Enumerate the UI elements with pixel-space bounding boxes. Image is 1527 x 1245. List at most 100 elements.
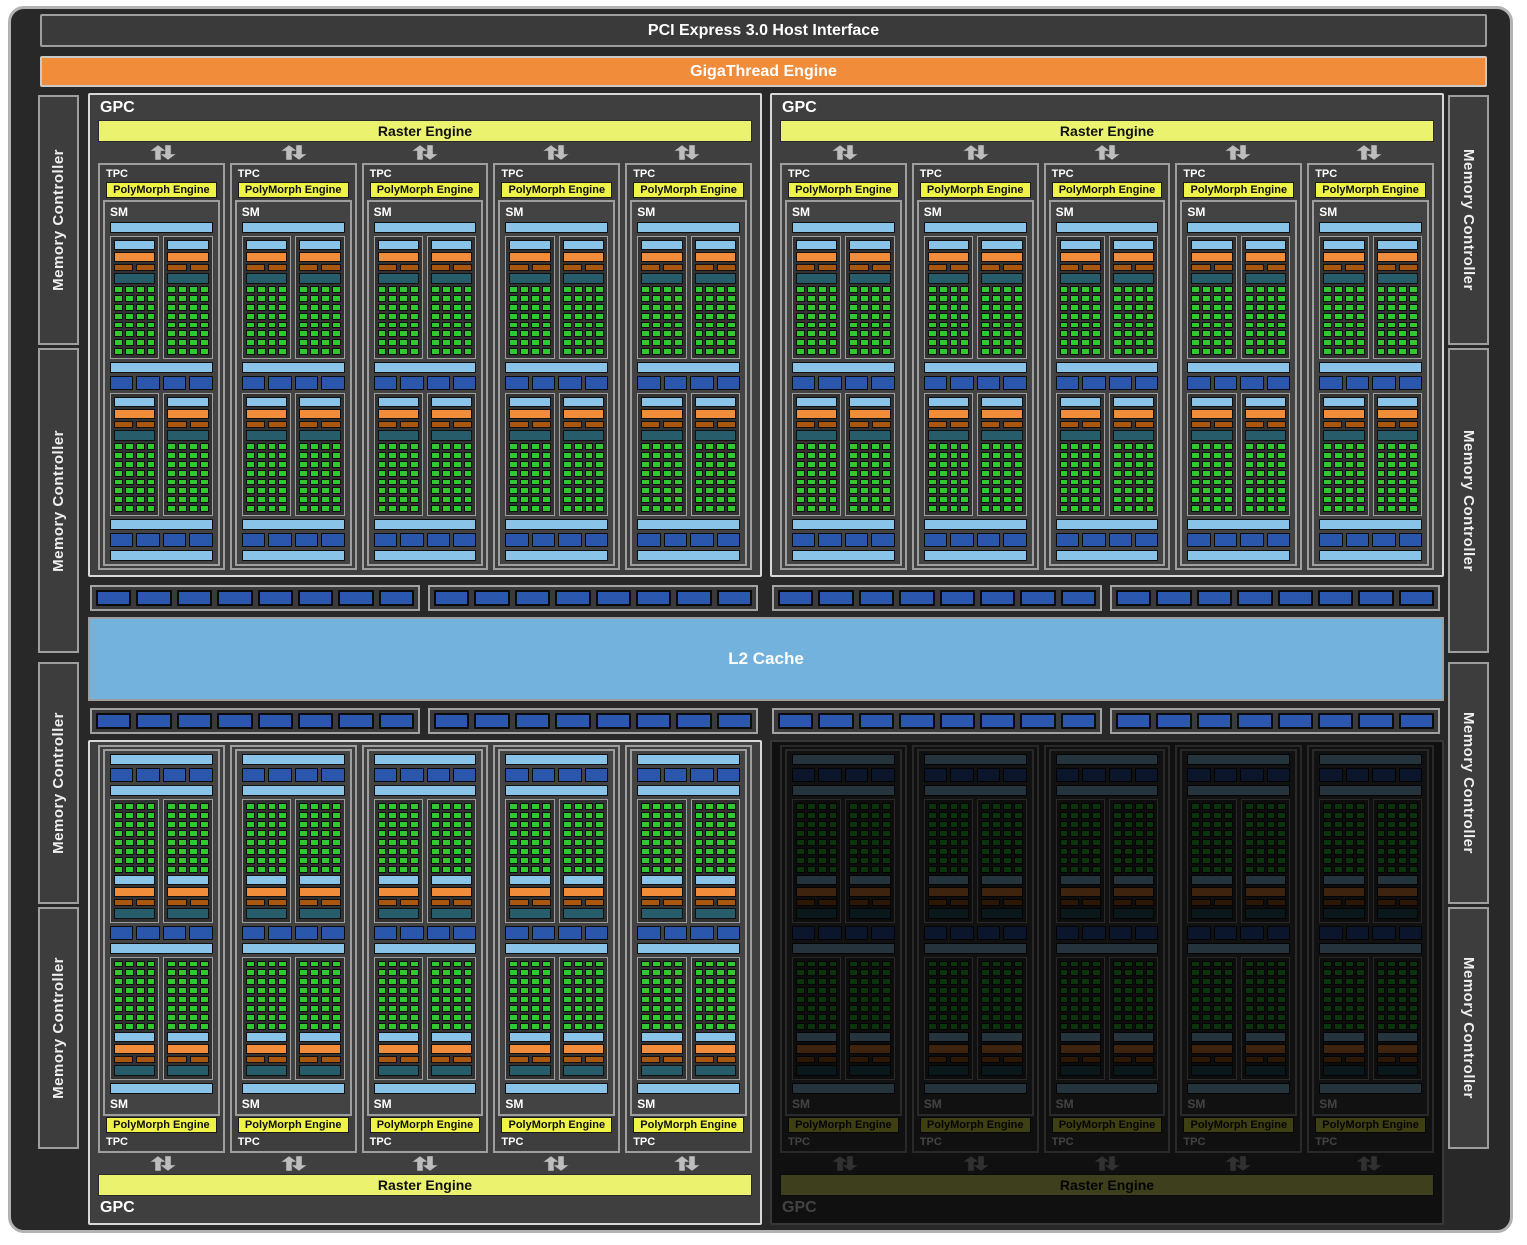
core [595, 987, 604, 994]
core [1070, 987, 1079, 994]
dispatch-unit [1113, 421, 1132, 428]
core [960, 812, 969, 819]
dispatch-unit [641, 264, 660, 271]
core [818, 866, 827, 873]
core [1081, 461, 1090, 468]
core [1202, 461, 1211, 468]
core-grid [563, 803, 604, 873]
core [125, 452, 134, 459]
core [310, 812, 319, 819]
core [818, 496, 827, 503]
dispatch-unit [818, 1056, 837, 1063]
core [520, 848, 529, 855]
dispatch-units-row [1191, 1056, 1232, 1063]
core [378, 452, 387, 459]
core [464, 1005, 473, 1012]
core [1245, 452, 1254, 459]
core [520, 839, 529, 846]
core [727, 322, 736, 329]
register-file-bar [641, 1065, 682, 1076]
core [860, 848, 869, 855]
core [1345, 339, 1354, 346]
core [332, 1014, 341, 1021]
core [992, 304, 1001, 311]
core [388, 286, 397, 293]
dispatch-unit [136, 421, 155, 428]
dispatch-units-row [246, 1056, 287, 1063]
core [1256, 461, 1265, 468]
core [167, 821, 176, 828]
partition-l1-buffer-bar [1245, 240, 1286, 250]
sm-cache-bar [1056, 943, 1159, 954]
core [531, 479, 540, 486]
core [1191, 443, 1200, 450]
core [652, 496, 661, 503]
core [278, 505, 287, 512]
ldst-segment [163, 533, 186, 547]
core [410, 803, 419, 810]
dispatch-unit [299, 264, 318, 271]
core [1387, 330, 1396, 337]
core [585, 803, 594, 810]
core [574, 286, 583, 293]
core [200, 286, 209, 293]
core [818, 443, 827, 450]
core [950, 866, 959, 873]
ldst-segment-row [505, 926, 608, 940]
core [981, 803, 990, 810]
dispatch-units-row [509, 264, 550, 271]
core [1070, 487, 1079, 494]
core [663, 961, 672, 968]
core [695, 821, 704, 828]
partition-l1-buffer-bar [246, 240, 287, 250]
core-grid [509, 443, 550, 512]
core [136, 803, 145, 810]
core [321, 286, 330, 293]
core [332, 479, 341, 486]
core [178, 812, 187, 819]
core [563, 987, 572, 994]
core [1245, 479, 1254, 486]
core [727, 969, 736, 976]
core [807, 479, 816, 486]
core [705, 330, 714, 337]
core [1245, 304, 1254, 311]
core [136, 848, 145, 855]
core [1146, 286, 1155, 293]
core [442, 339, 451, 346]
core [1146, 1023, 1155, 1030]
core [727, 487, 736, 494]
core [399, 848, 408, 855]
core [321, 461, 330, 468]
warp-scheduler-bar [114, 887, 155, 897]
core [1135, 1005, 1144, 1012]
dispatch-units-row [849, 264, 890, 271]
core [246, 821, 255, 828]
sm-partition [110, 957, 159, 1081]
core [939, 443, 948, 450]
sm-cache-bar [1319, 519, 1422, 530]
register-file-bar [1323, 273, 1364, 284]
core [674, 866, 683, 873]
core [125, 839, 134, 846]
core [321, 487, 330, 494]
core [928, 304, 937, 311]
core [1146, 295, 1155, 302]
core [1277, 470, 1286, 477]
partition-l1-buffer-bar [1060, 1032, 1101, 1042]
core [652, 969, 661, 976]
core [388, 812, 397, 819]
core [268, 848, 277, 855]
core [1409, 470, 1418, 477]
core [1060, 1005, 1069, 1012]
core [431, 987, 440, 994]
core [310, 304, 319, 311]
ldst-segment [664, 768, 687, 782]
core [1345, 496, 1354, 503]
ldst-segment [295, 768, 318, 782]
processing-block [1056, 236, 1159, 359]
warp-scheduler-bar [563, 252, 604, 262]
dispatch-unit [400, 421, 419, 428]
core [1060, 996, 1069, 1003]
core [1191, 839, 1200, 846]
